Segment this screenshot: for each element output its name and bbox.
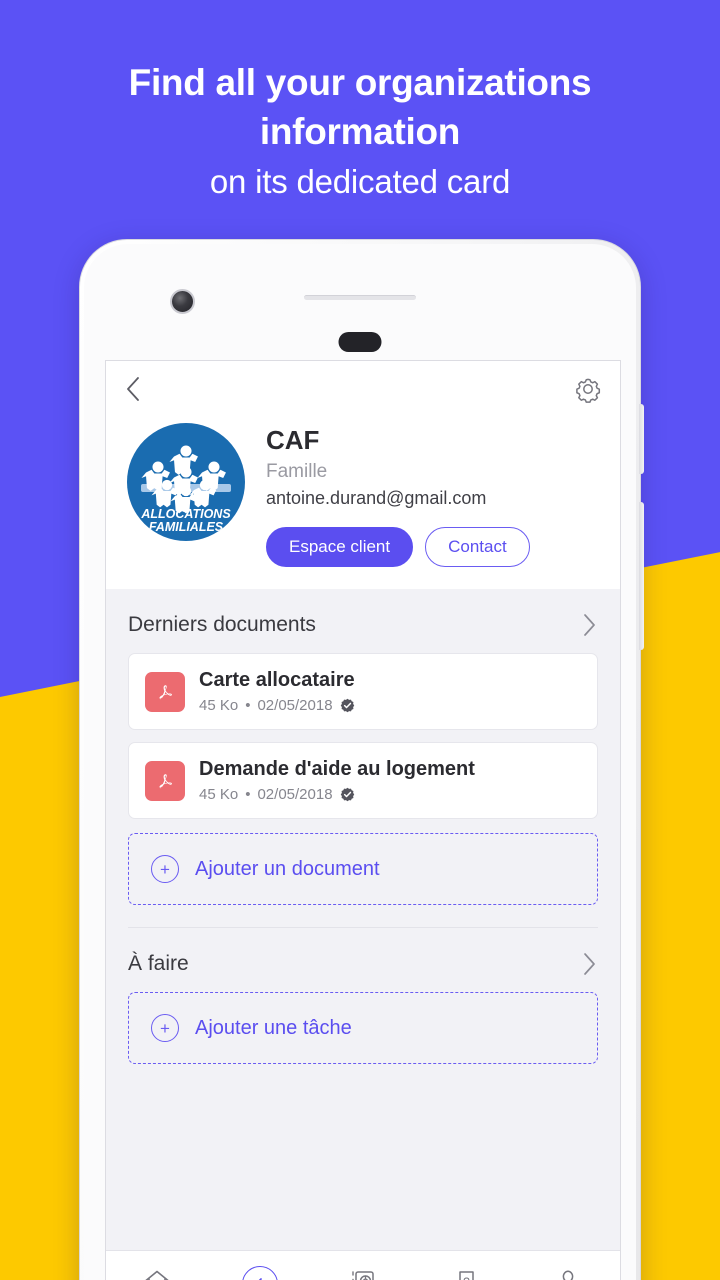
- logo-text-line2: FAMILIALES: [149, 520, 224, 534]
- document-meta: 45 Ko • 02/05/2018: [199, 785, 475, 804]
- add-document-label: Ajouter un document: [195, 857, 380, 880]
- promo-subheadline: on its dedicated card: [209, 163, 511, 200]
- exchange-arrows-icon: [242, 1265, 279, 1280]
- pdf-icon: [145, 671, 185, 712]
- documents-title: Derniers documents: [128, 613, 316, 636]
- chevron-right-icon: [584, 614, 595, 636]
- document-date: 02/05/2018: [257, 697, 333, 714]
- phone-volume-button: [639, 502, 644, 650]
- pdf-glyph: [159, 684, 172, 699]
- add-document-button[interactable]: + Ajouter un document: [128, 833, 598, 905]
- organization-name: CAF: [266, 425, 320, 455]
- todo-title: À faire: [128, 952, 189, 975]
- documents-section-header[interactable]: Derniers documents: [128, 589, 598, 653]
- document-size: 45 Ko: [199, 697, 239, 714]
- organization-category: Famille: [266, 461, 328, 482]
- organization-logo-wrap: ALLOCATIONS FAMILIALES: [106, 417, 266, 567]
- plus-circle-icon: +: [151, 855, 179, 883]
- meta-separator: •: [245, 697, 251, 714]
- caf-logo: ALLOCATIONS FAMILIALES: [127, 423, 245, 541]
- logo-text-line1: ALLOCATIONS: [140, 507, 231, 521]
- verified-badge-icon: [340, 787, 354, 802]
- contact-button[interactable]: Contact: [425, 527, 530, 567]
- pdf-icon: [145, 760, 185, 801]
- todo-section: À faire + Ajouter une tâche: [106, 928, 620, 1064]
- documents-section: Derniers documents Carte allocataire 45 …: [106, 589, 620, 928]
- svg-text:?: ?: [463, 1275, 470, 1280]
- tab-actualite[interactable]: Actualité: [106, 1251, 209, 1280]
- person-gear-icon: [562, 1270, 573, 1280]
- add-task-button[interactable]: + Ajouter une tâche: [128, 992, 598, 1064]
- chevron-right-icon: [584, 953, 595, 975]
- plus-circle-icon: +: [151, 1014, 179, 1042]
- phone-mockup: ALLOCATIONS FAMILIALES CAF Famille antoi…: [79, 239, 644, 1280]
- document-row[interactable]: Carte allocataire 45 Ko • 02/05/2018: [128, 653, 598, 730]
- organization-email: antoine.durand@gmail.com: [266, 488, 487, 508]
- document-details: Carte allocataire 45 Ko • 02/05/2018: [199, 668, 355, 715]
- document-size: 45 Ko: [199, 786, 239, 803]
- phone-power-button: [639, 404, 644, 474]
- phone-body: ALLOCATIONS FAMILIALES CAF Famille antoi…: [84, 244, 636, 1280]
- safe-vault-icon: [352, 1270, 374, 1280]
- question-book-icon: ?: [459, 1270, 474, 1280]
- add-task-label: Ajouter une tâche: [195, 1016, 352, 1039]
- app-screen: ALLOCATIONS FAMILIALES CAF Famille antoi…: [105, 360, 621, 1280]
- phone-sensor-pill: [338, 332, 382, 352]
- verified-badge-icon: [340, 698, 354, 713]
- organization-header: ALLOCATIONS FAMILIALES CAF Famille antoi…: [106, 417, 620, 589]
- app-topbar: [106, 361, 620, 417]
- tab-exchange[interactable]: [209, 1251, 312, 1280]
- tab-coffre[interactable]: Coffre: [312, 1251, 415, 1280]
- document-meta: 45 Ko • 02/05/2018: [199, 696, 355, 715]
- tab-assistance[interactable]: ? Assistance: [414, 1251, 517, 1280]
- espace-client-button[interactable]: Espace client: [266, 527, 414, 567]
- document-details: Demande d'aide au logement 45 Ko • 02/05…: [199, 757, 475, 804]
- chevron-left-icon: [127, 377, 139, 401]
- screen-spacer: [106, 1064, 620, 1250]
- organization-info: CAF Famille antoine.durand@gmail.com Esp…: [266, 417, 530, 567]
- settings-button[interactable]: [574, 375, 602, 403]
- headline-line-2: information: [259, 111, 461, 152]
- document-name: Carte allocataire: [199, 669, 355, 691]
- promo-headline: Find all your organizations information …: [0, 58, 720, 206]
- headline-line-1: Find all your organizations: [128, 62, 592, 103]
- gear-icon: [576, 378, 601, 403]
- bottom-tabbar: Actualité: [106, 1250, 620, 1280]
- todo-section-header[interactable]: À faire: [128, 928, 598, 992]
- document-row[interactable]: Demande d'aide au logement 45 Ko • 02/05…: [128, 742, 598, 819]
- document-name: Demande d'aide au logement: [199, 758, 475, 780]
- exchange-arrows-glyph: [258, 1277, 268, 1280]
- caf-logo-graphic: ALLOCATIONS FAMILIALES: [140, 445, 231, 534]
- earpiece-speaker: [304, 295, 416, 300]
- back-button[interactable]: [122, 373, 144, 405]
- promo-screenshot: Find all your organizations information …: [0, 0, 720, 1280]
- organization-actions: Espace client Contact: [266, 527, 530, 567]
- front-camera-icon: [170, 289, 195, 314]
- tab-profil[interactable]: Profil: [517, 1251, 620, 1280]
- meta-separator: •: [245, 786, 251, 803]
- home-icon: [145, 1270, 170, 1280]
- pdf-glyph: [159, 773, 172, 788]
- document-date: 02/05/2018: [257, 786, 333, 803]
